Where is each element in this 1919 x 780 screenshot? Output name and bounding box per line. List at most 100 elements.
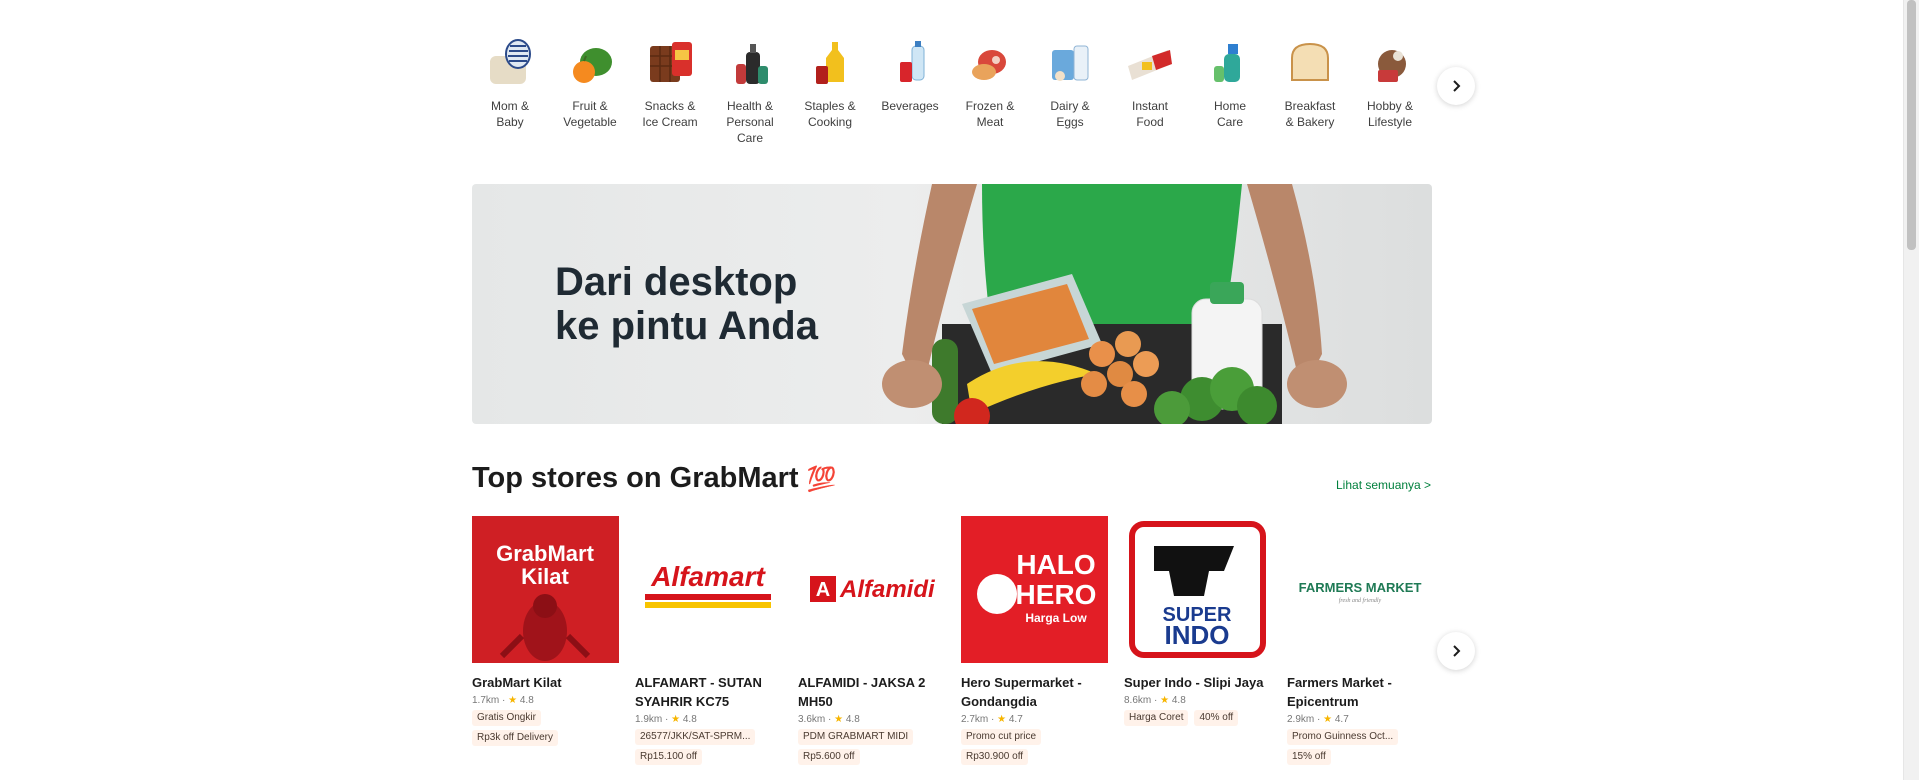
svg-text:Alfamidi: Alfamidi bbox=[839, 576, 936, 603]
category-home-care[interactable]: Home Care bbox=[1190, 36, 1270, 156]
svg-text:Alfamart: Alfamart bbox=[650, 561, 766, 592]
chevron-right-icon bbox=[1453, 80, 1461, 92]
promo-tag: PDM GRABMART MIDI bbox=[798, 729, 914, 745]
svg-text:FARMERS MARKET: FARMERS MARKET bbox=[1299, 580, 1422, 595]
category-label: Frozen & Meat bbox=[965, 99, 1015, 129]
store-tags: Promo Guinness Oct... 15% off bbox=[1287, 729, 1434, 765]
store-logo: HALO HERO Harga Low bbox=[961, 516, 1108, 663]
grocery-box-illustration bbox=[882, 184, 1347, 424]
chevron-right-icon bbox=[1453, 645, 1461, 657]
category-label: Staples & Cooking bbox=[804, 99, 856, 129]
store-name: Hero Supermarket - Gondangdia bbox=[961, 675, 1082, 709]
category-snacks[interactable]: Snacks & Ice Cream bbox=[630, 36, 710, 156]
instant-food-icon bbox=[1128, 50, 1172, 80]
snacks-icon bbox=[650, 42, 692, 82]
category-hobby[interactable]: Hobby & Lifestyle bbox=[1350, 36, 1430, 156]
store-tags: Harga Coret 40% off bbox=[1124, 710, 1271, 726]
hobby-icon bbox=[1378, 50, 1406, 82]
store-meta: 1.7km · ★ 4.8 bbox=[472, 695, 534, 706]
store-name: Farmers Market - Epicentrum bbox=[1287, 675, 1392, 709]
page-scrollbar[interactable] bbox=[1903, 0, 1919, 780]
category-bakery[interactable]: Breakfast & Bakery bbox=[1270, 36, 1350, 156]
promo-tag: Rp3k off Delivery bbox=[472, 730, 558, 746]
frozen-meat-icon bbox=[972, 50, 1006, 80]
stores-next-button[interactable] bbox=[1437, 632, 1475, 670]
category-dairy-eggs[interactable]: Dairy & Eggs bbox=[1030, 36, 1110, 156]
store-card[interactable]: A Alfamidi ALFAMIDI - JAKSA 2 MH50 3.6km… bbox=[798, 516, 945, 765]
store-logo: Alfamart bbox=[635, 516, 782, 663]
promo-tag: Promo Guinness Oct... bbox=[1287, 729, 1399, 745]
category-staples[interactable]: Staples & Cooking bbox=[790, 36, 870, 156]
banner-headline: Dari desktop ke pintu Anda bbox=[555, 260, 818, 348]
store-name: ALFAMIDI - JAKSA 2 MH50 bbox=[798, 675, 926, 709]
category-label: Beverages bbox=[881, 99, 939, 113]
star-icon: ★ bbox=[671, 714, 681, 725]
store-card[interactable]: GrabMart Kilat GrabMart Kilat 1.7km · ★ … bbox=[472, 516, 619, 765]
store-card[interactable]: HALO HERO Harga Low Hero Supermarket - G… bbox=[961, 516, 1108, 765]
promo-tag: 26577/JKK/SAT-SPRM... bbox=[635, 729, 756, 745]
promo-tag: Harga Coret bbox=[1124, 710, 1189, 726]
category-fruit-vegetable[interactable]: Fruit & Vegetable bbox=[550, 36, 630, 156]
store-meta: 1.9km · ★ 4.8 bbox=[635, 714, 697, 725]
category-health-care[interactable]: Health & Personal Care bbox=[710, 36, 790, 156]
category-label: Instant Food bbox=[1131, 99, 1169, 129]
category-beverages[interactable]: Beverages bbox=[870, 36, 950, 156]
star-icon: ★ bbox=[1160, 695, 1170, 706]
promo-tag: Rp30.900 off bbox=[961, 749, 1029, 765]
store-logo: FARMERS MARKET fresh and friendly bbox=[1287, 516, 1434, 663]
store-tags: Promo cut price Rp30.900 off bbox=[961, 729, 1108, 765]
promo-tag: Gratis Ongkir bbox=[472, 710, 541, 726]
section-title: Top stores on GrabMart 💯 bbox=[472, 462, 837, 495]
svg-text:HALO: HALO bbox=[1016, 549, 1095, 580]
hundred-emoji: 💯 bbox=[806, 466, 837, 493]
category-label: Mom & Baby bbox=[490, 99, 529, 129]
svg-text:INDO: INDO bbox=[1165, 620, 1230, 650]
svg-text:HERO: HERO bbox=[1016, 579, 1097, 610]
category-label: Snacks & Ice Cream bbox=[642, 99, 698, 129]
category-frozen-meat[interactable]: Frozen & Meat bbox=[950, 36, 1030, 156]
promo-tag: Rp5.600 off bbox=[798, 749, 860, 765]
home-care-icon bbox=[1214, 44, 1240, 82]
star-icon: ★ bbox=[997, 714, 1007, 725]
store-tags: 26577/JKK/SAT-SPRM... Rp15.100 off bbox=[635, 729, 782, 765]
store-meta: 2.9km · ★ 4.7 bbox=[1287, 714, 1349, 725]
promo-tag: 40% off bbox=[1194, 710, 1239, 726]
store-meta: 8.6km · ★ 4.8 bbox=[1124, 695, 1186, 706]
star-icon: ★ bbox=[508, 695, 518, 706]
beverages-icon bbox=[900, 41, 925, 82]
categories-next-button[interactable] bbox=[1437, 67, 1475, 105]
store-tags: Gratis Ongkir Rp3k off Delivery bbox=[472, 710, 619, 746]
category-instant-food[interactable]: Instant Food bbox=[1110, 36, 1190, 156]
star-icon: ★ bbox=[1323, 714, 1333, 725]
store-name: GrabMart Kilat bbox=[472, 675, 562, 690]
store-name: ALFAMART - SUTAN SYAHRIR KC75 bbox=[635, 675, 762, 709]
promo-tag: Rp15.100 off bbox=[635, 749, 703, 765]
category-mom-baby[interactable]: Mom & Baby bbox=[470, 36, 550, 156]
category-row: Mom & Baby Fruit & Vegetable Snacks & Ic… bbox=[470, 36, 1430, 156]
store-logo: GrabMart Kilat bbox=[472, 516, 619, 663]
see-all-link[interactable]: Lihat semuanya > bbox=[1336, 478, 1431, 492]
store-list: GrabMart Kilat GrabMart Kilat 1.7km · ★ … bbox=[472, 516, 1434, 765]
promo-tag: 15% off bbox=[1287, 749, 1331, 765]
category-label: Fruit & Vegetable bbox=[563, 99, 617, 129]
store-card[interactable]: Alfamart ALFAMART - SUTAN SYAHRIR KC75 1… bbox=[635, 516, 782, 765]
bakery-icon bbox=[1291, 42, 1329, 81]
staples-icon bbox=[816, 42, 844, 84]
category-label: Home Care bbox=[1213, 99, 1246, 129]
scrollbar-thumb[interactable] bbox=[1907, 0, 1916, 250]
promo-tag: Promo cut price bbox=[961, 729, 1042, 745]
section-title-text: Top stores on GrabMart bbox=[472, 462, 799, 494]
category-label: Breakfast & Bakery bbox=[1284, 99, 1336, 129]
store-name: Super Indo - Slipi Jaya bbox=[1124, 675, 1264, 690]
svg-text:GrabMart: GrabMart bbox=[496, 541, 594, 566]
svg-text:Kilat: Kilat bbox=[521, 564, 569, 589]
store-card[interactable]: SUPER INDO Super Indo - Slipi Jaya 8.6km… bbox=[1124, 516, 1271, 765]
svg-text:A: A bbox=[816, 579, 830, 601]
store-logo: A Alfamidi bbox=[798, 516, 945, 663]
promo-banner[interactable]: Dari desktop ke pintu Anda bbox=[472, 184, 1432, 424]
fruit-vegetable-icon bbox=[573, 48, 612, 83]
svg-text:fresh and friendly: fresh and friendly bbox=[1339, 597, 1382, 604]
store-card[interactable]: FARMERS MARKET fresh and friendly Farmer… bbox=[1287, 516, 1434, 765]
store-tags: PDM GRABMART MIDI Rp5.600 off bbox=[798, 729, 945, 765]
svg-text:Harga Low: Harga Low bbox=[1025, 611, 1087, 625]
